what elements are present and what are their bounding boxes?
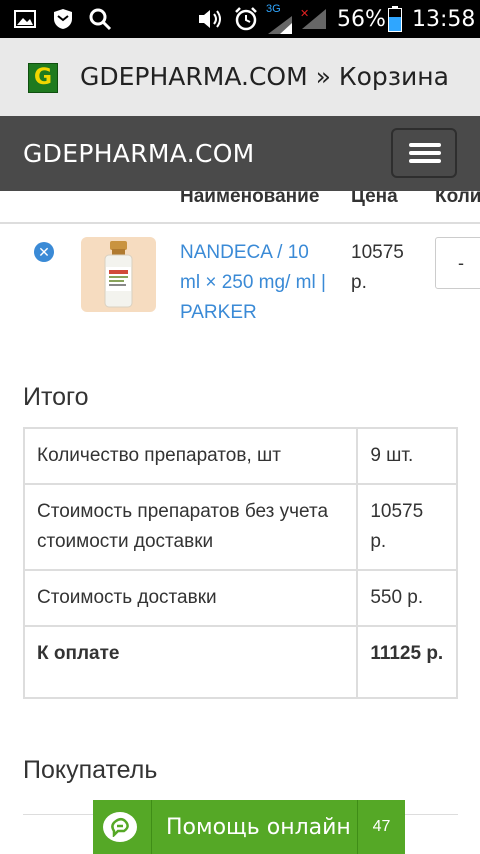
remove-item-icon[interactable]: ✕ xyxy=(34,242,54,262)
table-row: К оплате 11125 р. xyxy=(22,625,458,699)
product-thumbnail[interactable] xyxy=(81,237,156,312)
site-favicon: G xyxy=(28,63,58,93)
totals-value: 10575 р. xyxy=(356,483,458,571)
table-row: Количество препаратов, шт 9 шт. xyxy=(22,427,458,485)
quantity-decrease-button[interactable]: - xyxy=(435,237,480,289)
battery-icon xyxy=(388,0,402,38)
signal-icon: ✕ xyxy=(300,0,328,38)
vial-icon xyxy=(104,241,133,308)
totals-table: Количество препаратов, шт 9 шт. Стоимост… xyxy=(22,427,458,699)
site-navbar: GDEPHARMA.COM xyxy=(0,116,480,191)
shield-icon xyxy=(53,0,73,38)
volume-icon xyxy=(197,0,223,38)
table-row: Стоимость препаратов без учета стоимости… xyxy=(22,483,458,571)
totals-label: Количество препаратов, шт xyxy=(22,427,359,485)
chat-count-badge: 47 xyxy=(372,818,391,835)
totals-label: К оплате xyxy=(22,625,359,699)
table-row: Стоимость доставки 550 р. xyxy=(22,569,458,627)
menu-toggle-button[interactable] xyxy=(391,128,457,178)
chat-label: Помощь онлайн xyxy=(166,814,351,840)
svg-text:✕: ✕ xyxy=(300,7,309,20)
network-label: 3G xyxy=(266,3,281,15)
site-brand[interactable]: GDEPHARMA.COM xyxy=(23,116,255,191)
chat-separator xyxy=(151,800,152,854)
online-help-widget[interactable]: Помощь онлайн 47 xyxy=(93,800,405,854)
chat-bubble-icon xyxy=(103,812,137,842)
gallery-icon xyxy=(14,0,36,38)
totals-value: 550 р. xyxy=(356,569,458,627)
totals-value: 11125 р. xyxy=(356,625,458,699)
page-title: GDEPHARMA.COM » Корзина xyxy=(80,62,449,91)
buyer-heading: Покупатель xyxy=(23,756,158,784)
totals-heading: Итого xyxy=(23,383,89,411)
battery-percent: 56% xyxy=(337,6,386,32)
search-icon xyxy=(88,0,112,38)
hamburger-icon-line xyxy=(409,159,441,163)
alarm-icon xyxy=(233,0,259,38)
product-price: 10575 р. xyxy=(351,242,404,293)
status-bar: 3G ✕ 56% 13:58 xyxy=(0,0,480,38)
product-name-link[interactable]: NANDECA / 10 ml × 250 mg/ ml | PARKER xyxy=(180,238,330,328)
totals-label: Стоимость доставки xyxy=(22,569,359,627)
favicon-letter: G xyxy=(33,65,53,90)
totals-label: Стоимость препаратов без учета стоимости… xyxy=(22,483,359,571)
hamburger-icon xyxy=(409,143,441,147)
totals-value: 9 шт. xyxy=(356,427,458,485)
signal-3g-icon: 3G xyxy=(266,0,294,38)
hamburger-icon-line xyxy=(409,151,441,155)
clock: 13:58 xyxy=(412,6,476,32)
browser-title-bar: G GDEPHARMA.COM » Корзина xyxy=(0,38,480,116)
